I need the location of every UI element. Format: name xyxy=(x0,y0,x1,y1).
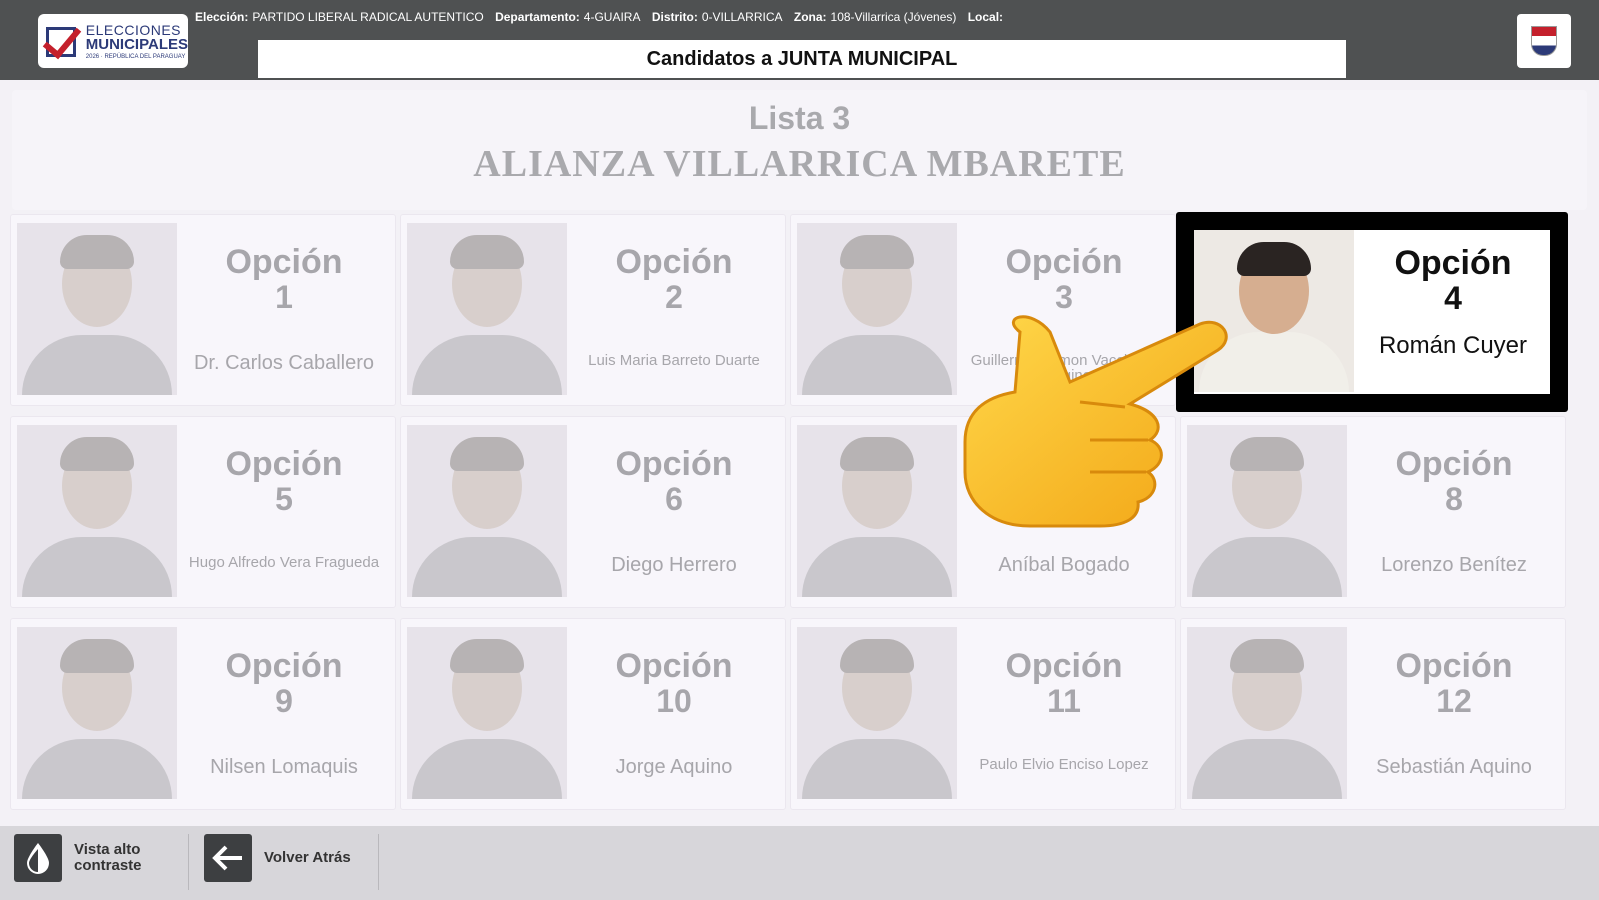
election-info: Elección: PARTIDO LIBERAL RADICAL AUTENTI… xyxy=(195,10,1007,24)
option-label: Opción 3 xyxy=(961,245,1167,313)
candidate-photo xyxy=(1187,627,1347,799)
logo-line3: 2026 · REPÚBLICA DEL PARAGUAY xyxy=(85,53,186,60)
candidate-name: Lorenzo Benítez xyxy=(1381,554,1527,576)
option-word: Opción xyxy=(1394,244,1512,282)
option-label: Opción 8 xyxy=(1351,447,1557,515)
logo-line1: ELECCIONES xyxy=(85,21,182,38)
candidate-photo xyxy=(17,223,177,395)
candidate-name: Dr. Carlos Caballero xyxy=(193,352,375,374)
elecciones-logo: ELECCIONES MUNICIPALES 2026 · REPÚBLICA … xyxy=(38,14,188,68)
candidate-card-4[interactable]: Opción 4 Román Cuyer xyxy=(1176,212,1568,412)
option-label: Opción 10 xyxy=(571,649,777,717)
option-label: Opción 5 xyxy=(181,447,387,515)
candidate-card-1[interactable]: Opción 1 Dr. Carlos Caballero xyxy=(10,214,396,406)
option-label: Opción 4 xyxy=(1364,246,1542,314)
option-label: Opción 6 xyxy=(571,447,777,515)
pointing-hand-icon xyxy=(963,315,1228,528)
candidate-photo xyxy=(797,223,957,395)
candidate-name: Jorge Aquino xyxy=(615,756,733,778)
option-word: Opción xyxy=(615,647,733,685)
option-number: 11 xyxy=(1047,683,1081,719)
option-word: Opción xyxy=(1395,445,1513,483)
candidate-name: Nilsen Lomaquis xyxy=(210,756,358,778)
back-button[interactable]: Volver Atrás xyxy=(204,832,354,884)
candidate-card-2[interactable]: Opción 2 Luis Maria Barreto Duarte xyxy=(400,214,786,406)
eleccion-value: PARTIDO LIBERAL RADICAL AUTENTICO xyxy=(252,10,484,24)
candidate-card-11[interactable]: Opción 11 Paulo Elvio Enciso Lopez xyxy=(790,618,1176,810)
candidate-name: Román Cuyer xyxy=(1378,332,1528,359)
candidate-card-5[interactable]: Opción 5 Hugo Alfredo Vera Fragueda xyxy=(10,416,396,608)
option-number: 1 xyxy=(275,279,293,315)
option-word: Opción xyxy=(1395,647,1513,685)
option-number: 4 xyxy=(1444,280,1462,316)
candidate-photo xyxy=(17,627,177,799)
tsje-emblem-icon xyxy=(1517,14,1571,68)
option-label: Opción 1 xyxy=(181,245,387,313)
option-label: Opción 2 xyxy=(571,245,777,313)
page-title: Candidatos a JUNTA MUNICIPAL xyxy=(258,40,1346,78)
candidate-name: Sebastián Aquino xyxy=(1376,756,1532,778)
footer-divider xyxy=(378,834,379,890)
option-number: 8 xyxy=(1445,481,1463,517)
candidate-card-6[interactable]: Opción 6 Diego Herrero xyxy=(400,416,786,608)
candidate-card-8[interactable]: Opción 8 Lorenzo Benítez xyxy=(1180,416,1566,608)
distrito-label: Distrito: xyxy=(651,10,698,24)
candidate-name: Aníbal Bogado xyxy=(998,554,1130,576)
option-word: Opción xyxy=(1005,243,1123,281)
candidate-photo xyxy=(407,627,567,799)
candidate-photo xyxy=(407,223,567,395)
distrito-value: 0-VILLARRICA xyxy=(701,10,783,24)
option-number: 3 xyxy=(1055,279,1073,315)
candidate-name: Hugo Alfredo Vera Fragueda xyxy=(188,554,380,571)
eleccion-label: Elección: xyxy=(195,10,249,24)
candidate-name: Diego Herrero xyxy=(611,554,737,576)
top-bar: ELECCIONES MUNICIPALES 2026 · REPÚBLICA … xyxy=(0,0,1599,80)
option-number: 10 xyxy=(656,683,692,719)
option-label: Opción 9 xyxy=(181,649,387,717)
zona-value: 108-Villarrica (Jóvenes) xyxy=(830,10,957,24)
candidate-card-9[interactable]: Opción 9 Nilsen Lomaquis xyxy=(10,618,396,810)
contrast-drop-icon xyxy=(14,834,62,882)
candidate-photo xyxy=(407,425,567,597)
option-word: Opción xyxy=(1005,647,1123,685)
party-name: ALIANZA VILLARRICA MBARETE xyxy=(473,143,1126,185)
high-contrast-label: Vista alto contraste xyxy=(74,841,142,874)
candidate-card-10[interactable]: Opción 10 Jorge Aquino xyxy=(400,618,786,810)
list-number: Lista 3 xyxy=(748,100,851,136)
candidate-photo xyxy=(17,425,177,597)
zona-label: Zona: xyxy=(793,10,827,24)
option-word: Opción xyxy=(225,243,343,281)
arrow-left-icon xyxy=(204,834,252,882)
local-label: Local: xyxy=(967,10,1004,24)
candidate-photo xyxy=(797,425,957,597)
option-word: Opción xyxy=(615,445,733,483)
option-label: Opción 12 xyxy=(1351,649,1557,717)
list-header: Lista 3 ALIANZA VILLARRICA MBARETE xyxy=(12,90,1587,210)
candidate-name: Luis Maria Barreto Duarte xyxy=(588,352,760,369)
departamento-value: 4-GUAIRA xyxy=(583,10,641,24)
footer-bar: Vista alto contraste Volver Atrás xyxy=(0,826,1599,900)
option-number: 2 xyxy=(665,279,683,315)
option-word: Opción xyxy=(615,243,733,281)
departamento-label: Departamento: xyxy=(495,10,580,24)
high-contrast-button[interactable]: Vista alto contraste xyxy=(14,832,164,884)
back-label: Volver Atrás xyxy=(264,849,351,867)
option-number: 5 xyxy=(275,481,293,517)
logo-line2: MUNICIPALES xyxy=(85,35,188,53)
option-label: Opción 11 xyxy=(961,649,1167,717)
candidate-card-12[interactable]: Opción 12 Sebastián Aquino xyxy=(1180,618,1566,810)
option-number: 9 xyxy=(275,683,293,719)
option-number: 12 xyxy=(1436,683,1472,719)
footer-divider xyxy=(188,834,189,890)
candidate-name: Paulo Elvio Enciso Lopez xyxy=(979,756,1149,773)
option-word: Opción xyxy=(225,647,343,685)
option-number: 6 xyxy=(665,481,683,517)
option-word: Opción xyxy=(225,445,343,483)
ballot-check-icon xyxy=(42,18,86,61)
candidate-photo xyxy=(797,627,957,799)
